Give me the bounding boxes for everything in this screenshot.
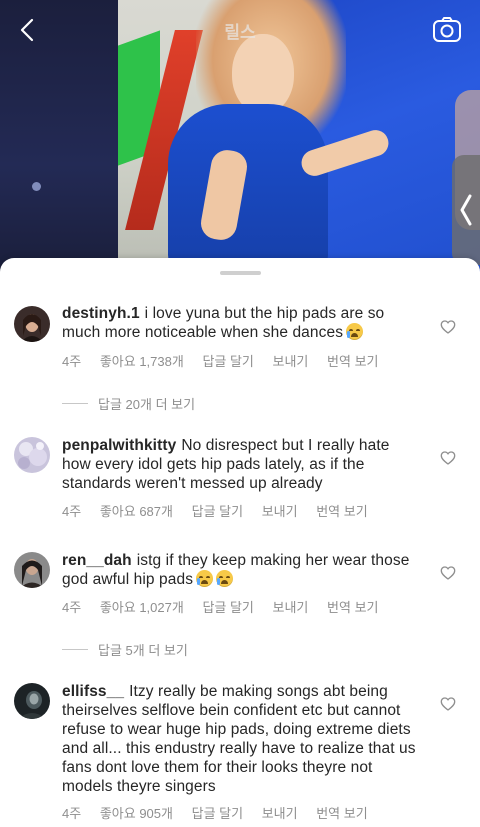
like-count[interactable]: 좋아요 1,027개	[100, 600, 184, 615]
comment-text: destinyh.1 i love yuna but the hip pads a…	[62, 304, 422, 342]
avatar[interactable]	[14, 552, 50, 588]
avatar[interactable]	[14, 437, 50, 473]
comment-meta: 4주 좋아요 1,027개 답글 달기 보내기 번역 보기	[62, 597, 393, 616]
like-count[interactable]: 좋아요 1,738개	[100, 354, 184, 369]
camera-icon	[433, 17, 461, 42]
avatar[interactable]	[14, 683, 50, 719]
translate-button[interactable]: 번역 보기	[316, 504, 367, 519]
like-count[interactable]: 좋아요 905개	[100, 806, 173, 821]
view-replies-button[interactable]: 답글 20개 더 보기	[62, 394, 195, 413]
comment-username[interactable]: ellifss__	[62, 683, 124, 700]
reply-button[interactable]: 답글 달기	[202, 354, 253, 369]
translate-button[interactable]: 번역 보기	[316, 806, 367, 821]
send-button[interactable]: 보내기	[273, 354, 309, 369]
reply-button[interactable]: 답글 달기	[202, 600, 253, 615]
reply-button[interactable]: 답글 달기	[192, 504, 243, 519]
comment-time: 4주	[62, 504, 82, 519]
heart-outline-icon	[440, 566, 456, 580]
send-button[interactable]: 보내기	[262, 806, 298, 821]
send-button[interactable]: 보내기	[262, 504, 298, 519]
view-replies-label: 답글 20개 더 보기	[98, 397, 196, 412]
comment-time: 4주	[62, 600, 82, 615]
chevron-left-icon	[460, 194, 472, 226]
send-button[interactable]: 보내기	[273, 600, 309, 615]
comment-username[interactable]: destinyh.1	[62, 305, 140, 322]
camera-button[interactable]	[431, 14, 463, 46]
comment-meta: 4주 좋아요 905개 답글 달기 보내기 번역 보기	[62, 803, 383, 822]
like-button[interactable]	[440, 319, 456, 335]
translate-button[interactable]: 번역 보기	[327, 354, 378, 369]
comment-username[interactable]: penpalwithkitty	[62, 437, 176, 454]
video-light-dot	[32, 182, 41, 191]
sheet-grabber[interactable]	[220, 271, 261, 275]
comment-text: ren__dah istg if they keep making her wea…	[62, 551, 422, 589]
like-button[interactable]	[440, 696, 456, 712]
comment-time: 4주	[62, 354, 82, 369]
video-dancer-body	[168, 104, 328, 275]
comments-sheet: destinyh.1 i love yuna but the hip pads a…	[0, 258, 480, 827]
loudly-crying-face-emoji	[216, 570, 234, 587]
avatar[interactable]	[14, 306, 50, 342]
comment-text: ellifss__ Itzy really be making songs abt…	[62, 682, 422, 796]
page-title: 릴스	[224, 23, 256, 42]
comment-text: penpalwithkitty No disrespect but I reall…	[62, 436, 422, 493]
reply-button[interactable]: 답글 달기	[192, 806, 243, 821]
heart-outline-icon	[440, 451, 456, 465]
comment-time: 4주	[62, 806, 82, 821]
heart-outline-icon	[440, 697, 456, 711]
comment-meta: 4주 좋아요 1,738개 답글 달기 보내기 번역 보기	[62, 351, 393, 370]
heart-outline-icon	[440, 320, 456, 334]
view-replies-label: 답글 5개 더 보기	[98, 643, 188, 658]
comment-meta: 4주 좋아요 687개 답글 달기 보내기 번역 보기	[62, 501, 383, 520]
translate-button[interactable]: 번역 보기	[327, 600, 378, 615]
replies-divider	[62, 649, 88, 650]
like-count[interactable]: 좋아요 687개	[100, 504, 173, 519]
loudly-crying-face-emoji	[346, 323, 364, 340]
side-panel-handle[interactable]	[452, 155, 480, 265]
comment-username[interactable]: ren__dah	[62, 552, 132, 569]
like-button[interactable]	[440, 450, 456, 466]
loudly-crying-face-emoji	[196, 570, 214, 587]
like-button[interactable]	[440, 565, 456, 581]
video-dancer-face	[232, 34, 294, 114]
replies-divider	[62, 403, 88, 404]
view-replies-button[interactable]: 답글 5개 더 보기	[62, 640, 188, 659]
